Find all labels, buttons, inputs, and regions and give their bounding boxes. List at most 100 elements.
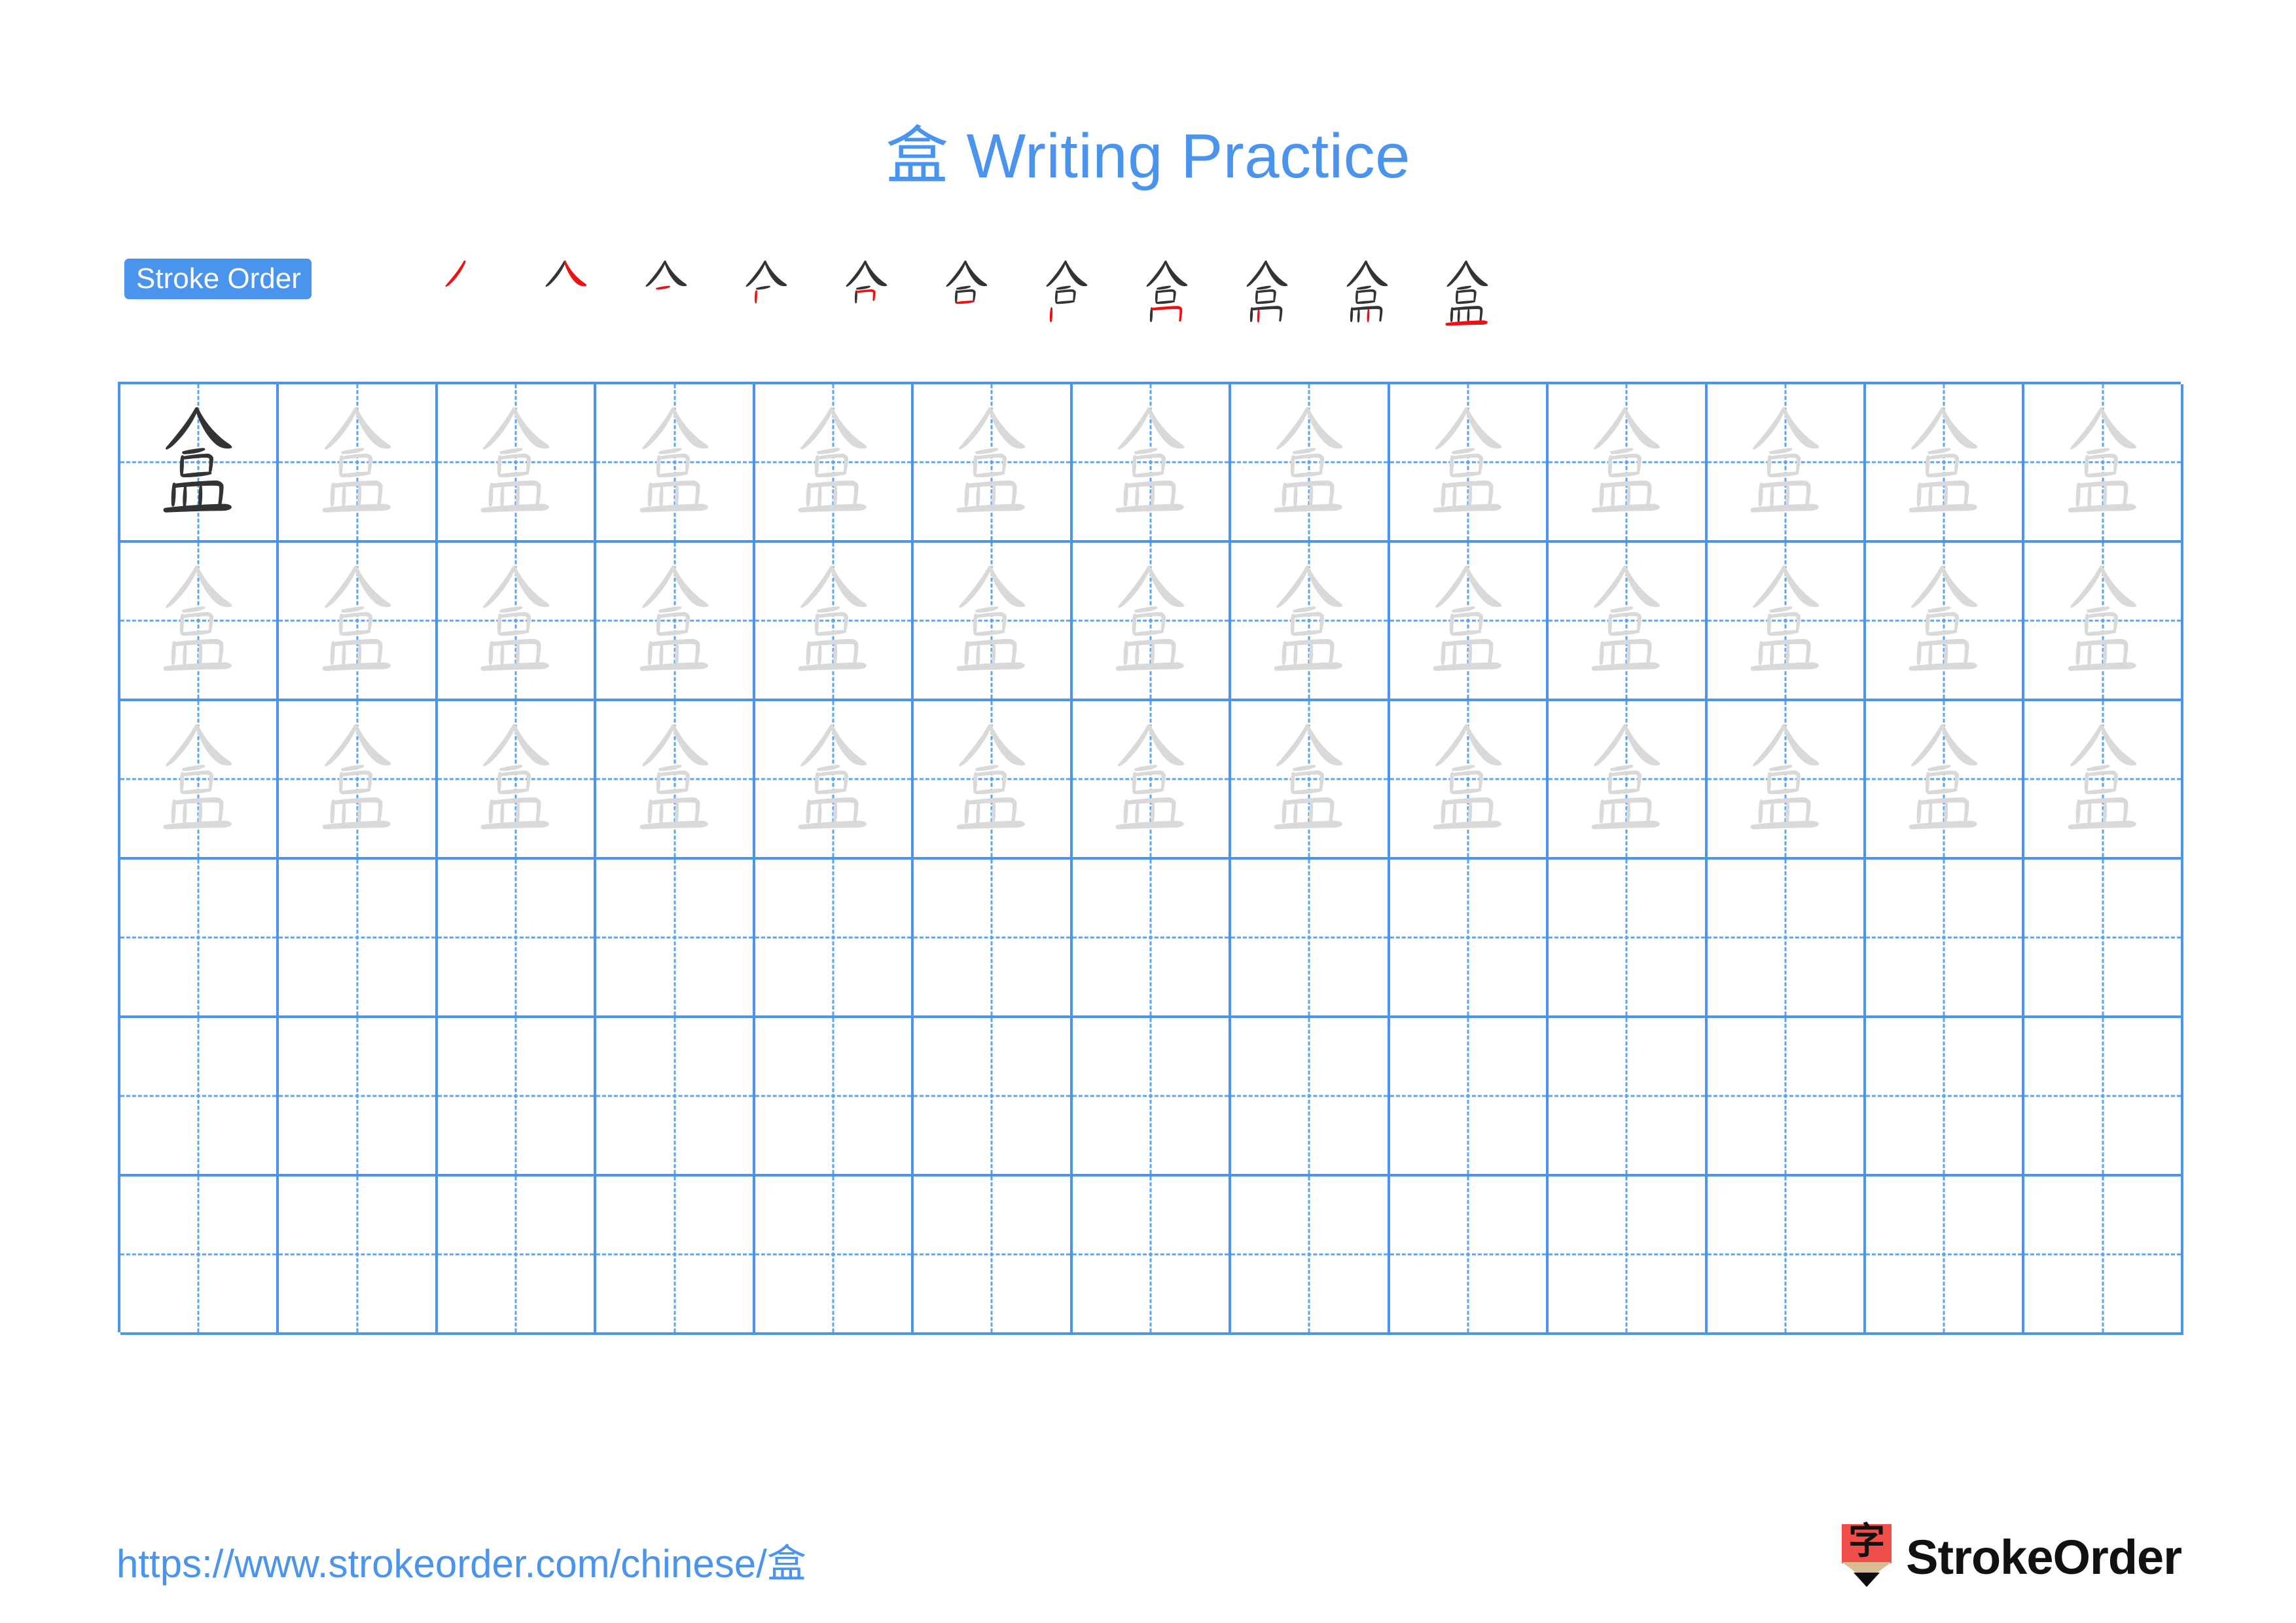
cell-horizontal-guide — [1231, 1253, 1388, 1256]
grid-cell-r1-c1[interactable] — [120, 384, 279, 543]
grid-cell-r5-c5[interactable] — [755, 1018, 914, 1176]
grid-cell-r5-c9[interactable] — [1390, 1018, 1549, 1176]
grid-cell-r3-c8[interactable] — [1231, 701, 1390, 860]
grid-cell-r5-c1[interactable] — [120, 1018, 279, 1176]
grid-cell-r3-c6[interactable] — [914, 701, 1073, 860]
cell-vertical-guide — [197, 1176, 200, 1332]
grid-cell-r5-c2[interactable] — [279, 1018, 438, 1176]
grid-cell-r5-c6[interactable] — [914, 1018, 1073, 1176]
grid-cell-r5-c8[interactable] — [1231, 1018, 1390, 1176]
grid-cell-r5-c7[interactable] — [1072, 1018, 1232, 1176]
grid-cell-r2-c2[interactable] — [279, 543, 438, 701]
grid-cell-r5-c12[interactable] — [1865, 1018, 2025, 1176]
grid-cell-r3-c2[interactable] — [279, 701, 438, 860]
cell-vertical-guide — [197, 1018, 200, 1174]
grid-cell-r5-c3[interactable] — [437, 1018, 597, 1176]
grid-cell-r3-c3[interactable] — [437, 701, 597, 860]
grid-cell-r6-c6[interactable] — [914, 1176, 1073, 1335]
grid-cell-r2-c10[interactable] — [1549, 543, 1708, 701]
grid-cell-r3-c1[interactable] — [120, 701, 279, 860]
trace-character — [1708, 701, 1863, 857]
cell-horizontal-guide — [1549, 1095, 1705, 1097]
trace-character — [2024, 543, 2180, 699]
trace-character — [1708, 543, 1863, 699]
grid-cell-r5-c4[interactable] — [596, 1018, 755, 1176]
grid-cell-r1-c8[interactable] — [1231, 384, 1390, 543]
grid-cell-r1-c12[interactable] — [1865, 384, 2025, 543]
grid-cell-r6-c2[interactable] — [279, 1176, 438, 1335]
grid-cell-r1-c7[interactable] — [1072, 384, 1232, 543]
cell-vertical-guide — [514, 1018, 517, 1174]
grid-row-6 — [120, 1176, 2183, 1335]
grid-cell-r4-c11[interactable] — [1707, 860, 1866, 1018]
grid-cell-r5-c11[interactable] — [1707, 1018, 1866, 1176]
grid-cell-r1-c5[interactable] — [755, 384, 914, 543]
zi-character-glyph: 字 — [1848, 1520, 1886, 1563]
grid-cell-r1-c3[interactable] — [437, 384, 597, 543]
grid-cell-r6-c11[interactable] — [1707, 1176, 1866, 1335]
grid-cell-r3-c9[interactable] — [1390, 701, 1549, 860]
grid-cell-r3-c12[interactable] — [1865, 701, 2025, 860]
grid-cell-r4-c10[interactable] — [1549, 860, 1708, 1018]
grid-cell-r2-c13[interactable] — [2024, 543, 2183, 701]
grid-cell-r2-c7[interactable] — [1072, 543, 1232, 701]
grid-cell-r1-c10[interactable] — [1549, 384, 1708, 543]
trace-character — [279, 384, 435, 540]
grid-cell-r2-c11[interactable] — [1707, 543, 1866, 701]
grid-cell-r2-c4[interactable] — [596, 543, 755, 701]
grid-cell-r6-c13[interactable] — [2024, 1176, 2183, 1335]
grid-cell-r6-c7[interactable] — [1072, 1176, 1232, 1335]
trace-character — [1390, 543, 1546, 699]
grid-cell-r4-c2[interactable] — [279, 860, 438, 1018]
trace-character — [596, 384, 752, 540]
grid-cell-r2-c12[interactable] — [1865, 543, 2025, 701]
grid-cell-r4-c3[interactable] — [437, 860, 597, 1018]
grid-cell-r4-c6[interactable] — [914, 860, 1073, 1018]
grid-cell-r1-c6[interactable] — [914, 384, 1073, 543]
grid-cell-r3-c13[interactable] — [2024, 701, 2183, 860]
cell-horizontal-guide — [1549, 1253, 1705, 1256]
grid-cell-r5-c13[interactable] — [2024, 1018, 2183, 1176]
grid-cell-r6-c4[interactable] — [596, 1176, 755, 1335]
cell-vertical-guide — [1467, 1018, 1469, 1174]
grid-cell-r4-c1[interactable] — [120, 860, 279, 1018]
grid-cell-r6-c12[interactable] — [1865, 1176, 2025, 1335]
grid-cell-r3-c4[interactable] — [596, 701, 755, 860]
grid-cell-r3-c10[interactable] — [1549, 701, 1708, 860]
grid-cell-r4-c9[interactable] — [1390, 860, 1549, 1018]
grid-cell-r6-c3[interactable] — [437, 1176, 597, 1335]
cell-horizontal-guide — [437, 1095, 594, 1097]
grid-cell-r6-c9[interactable] — [1390, 1176, 1549, 1335]
grid-cell-r4-c4[interactable] — [596, 860, 755, 1018]
grid-cell-r4-c5[interactable] — [755, 860, 914, 1018]
grid-cell-r3-c11[interactable] — [1707, 701, 1866, 860]
grid-cell-r1-c11[interactable] — [1707, 384, 1866, 543]
trace-character — [1231, 543, 1387, 699]
grid-cell-r3-c5[interactable] — [755, 701, 914, 860]
grid-cell-r2-c5[interactable] — [755, 543, 914, 701]
footer-url-link[interactable]: https://www.strokeorder.com/chinese/盒 — [117, 1532, 806, 1589]
grid-cell-r1-c2[interactable] — [279, 384, 438, 543]
grid-cell-r4-c13[interactable] — [2024, 860, 2183, 1018]
grid-cell-r4-c12[interactable] — [1865, 860, 2025, 1018]
grid-cell-r2-c9[interactable] — [1390, 543, 1549, 701]
grid-cell-r2-c8[interactable] — [1231, 543, 1390, 701]
cell-horizontal-guide — [120, 936, 277, 939]
cell-vertical-guide — [1943, 1018, 1945, 1174]
cell-vertical-guide — [673, 1176, 676, 1332]
grid-cell-r4-c7[interactable] — [1072, 860, 1232, 1018]
grid-cell-r3-c7[interactable] — [1072, 701, 1232, 860]
grid-cell-r6-c1[interactable] — [120, 1176, 279, 1335]
grid-cell-r2-c6[interactable] — [914, 543, 1073, 701]
grid-cell-r6-c5[interactable] — [755, 1176, 914, 1335]
grid-cell-r6-c10[interactable] — [1549, 1176, 1708, 1335]
stroke-stage-5 — [816, 252, 916, 337]
grid-cell-r2-c1[interactable] — [120, 543, 279, 701]
grid-cell-r2-c3[interactable] — [437, 543, 597, 701]
grid-cell-r1-c9[interactable] — [1390, 384, 1549, 543]
grid-cell-r6-c8[interactable] — [1231, 1176, 1390, 1335]
grid-cell-r1-c4[interactable] — [596, 384, 755, 543]
grid-cell-r5-c10[interactable] — [1549, 1018, 1708, 1176]
grid-cell-r4-c8[interactable] — [1231, 860, 1390, 1018]
grid-cell-r1-c13[interactable] — [2024, 384, 2183, 543]
